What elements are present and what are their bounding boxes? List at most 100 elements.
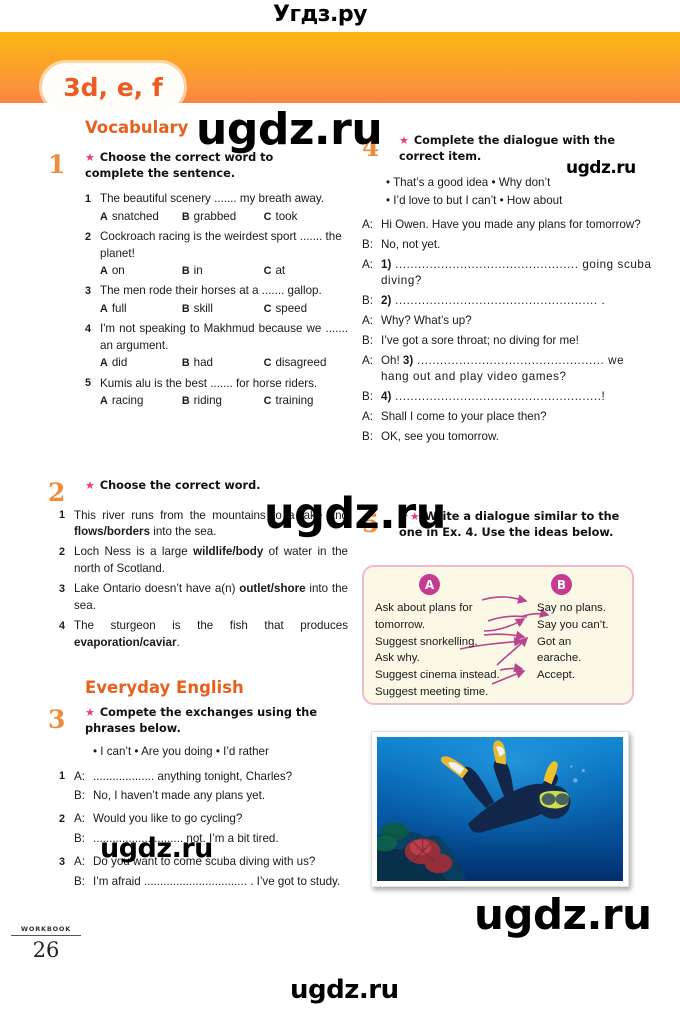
dialogue-line[interactable]: I’m afraid .............................…	[93, 874, 348, 890]
item-number: 2	[59, 812, 66, 825]
exercise-2-number: 2	[48, 478, 66, 507]
dialogue-row: A: 1) ..................................…	[362, 257, 652, 291]
speaker-label: B:	[362, 237, 373, 251]
watermark-4: ugdz.ru	[100, 833, 213, 864]
option-a[interactable]: Aon	[100, 263, 182, 279]
dialogue-row: A: Hi Owen. Have you made any plans for …	[362, 217, 652, 234]
exercise-4-phrase-bank: • That’s a good idea • Why don’t • I’d l…	[386, 174, 652, 209]
list-item: 2 Cockroach racing is the weirdest sport…	[85, 229, 348, 279]
scuba-photo-frame	[371, 731, 629, 887]
speaker-label: A:	[74, 855, 85, 869]
option-c[interactable]: Cspeed	[264, 301, 346, 317]
dialogue-line[interactable]: ................... anything tonight, Ch…	[93, 769, 348, 785]
exercise-1-number: 1	[48, 150, 66, 179]
exercise-4: 4 ★ Complete the dialogue with the corre…	[362, 133, 652, 449]
dialogue-line[interactable]: Oh! 3) .................................…	[381, 353, 652, 387]
option-c[interactable]: Cat	[264, 263, 346, 279]
blank-dots[interactable]: ........................................…	[381, 258, 652, 288]
option-a[interactable]: Asnatched	[100, 209, 182, 225]
option-b[interactable]: Bskill	[182, 301, 264, 317]
item-number: 5	[85, 377, 92, 390]
page-footer: WORKBOOK 26	[11, 925, 81, 962]
difficulty-star-icon: ★	[85, 151, 96, 164]
idea-a-line: Suggest meeting time.	[375, 685, 489, 698]
item-sentence[interactable]: Loch Ness is a large wildlife/body of wa…	[74, 544, 348, 577]
idea-a-line: Ask why.	[375, 652, 420, 665]
item-number: 1	[59, 770, 66, 783]
option-c[interactable]: Ctook	[264, 209, 346, 225]
item-number: 3	[85, 284, 92, 297]
dialogue-line[interactable]: 4) .....................................…	[381, 389, 652, 406]
speaker-label: B:	[362, 294, 373, 308]
dialogue-line: No, I haven’t made any plans yet.	[93, 789, 266, 802]
difficulty-star-icon: ★	[85, 706, 96, 719]
exercise-3-rubric-text: Compete the exchanges using the phrases …	[85, 706, 317, 735]
item-sentence[interactable]: Lake Ontario doesn’t have a(n) outlet/sh…	[74, 581, 348, 614]
watermark-5: ugdz.ru	[474, 890, 652, 939]
item-sentence: Cockroach racing is the weirdest sport .…	[100, 230, 342, 260]
list-item: 1 A: ................... anything tonight…	[59, 769, 348, 808]
choice-pair[interactable]: flows/borders	[74, 525, 150, 538]
item-number: 1	[85, 192, 92, 205]
speaker-label: A:	[362, 409, 373, 423]
item-sentence: I'm not speaking to Makhmud because we .…	[100, 322, 348, 352]
list-item: 5 Kumis alu is the best ....... for hors…	[85, 376, 348, 410]
speaker-label: B:	[362, 333, 373, 347]
dialogue-row: B: I’ve got a sore throat; no diving for…	[362, 333, 652, 350]
exercise-3-exchanges: 1 A: ................... anything tonight…	[59, 769, 348, 894]
dialogue-row: B: 2) ..................................…	[362, 293, 652, 310]
item-sentence[interactable]: The sturgeon is the fish that produces e…	[74, 618, 348, 651]
speaker-label: A:	[74, 769, 85, 783]
dialogue-line[interactable]: 1) .....................................…	[381, 257, 652, 291]
dialogue-row: B: No, not yet.	[362, 237, 652, 254]
choice-pair[interactable]: evaporation/caviar	[74, 636, 176, 649]
option-a[interactable]: Aracing	[100, 393, 182, 409]
blank-number: 1)	[381, 257, 392, 271]
option-c[interactable]: Cdisagreed	[264, 355, 346, 371]
list-item: 4 I'm not speaking to Makhmud because we…	[85, 321, 348, 371]
idea-a-line: Suggest snorkelling.	[375, 635, 478, 648]
exercise-3-rubric: ★ Compete the exchanges using the phrase…	[85, 705, 335, 736]
item-sentence: The men rode their horses at a ....... g…	[100, 284, 322, 298]
option-a[interactable]: Adid	[100, 355, 182, 371]
option-b[interactable]: Bgrabbed	[182, 209, 264, 225]
dialogue-line: Hi Owen. Have you made any plans for tom…	[381, 217, 641, 231]
footer-label: WORKBOOK	[11, 925, 81, 936]
idea-column-b: Say no plans. Say you can’t. Got an eara…	[537, 600, 632, 684]
option-b[interactable]: Bin	[182, 263, 264, 279]
exercise-5-idea-box: A B Ask about plans for tomorrow. Sugges…	[362, 565, 634, 705]
column-b-badge: B	[551, 574, 572, 595]
option-b[interactable]: Briding	[182, 393, 264, 409]
idea-b-line: Got an	[537, 635, 572, 648]
list-item: 2 Loch Ness is a large wildlife/body of …	[59, 544, 348, 577]
difficulty-star-icon: ★	[85, 479, 96, 492]
exercise-1-items: 1 The beautiful scenery ....... my breat…	[85, 191, 348, 409]
choice-pair[interactable]: wildlife/body	[193, 545, 263, 558]
dialogue-line: I’ve got a sore throat; no diving for me…	[381, 333, 579, 347]
blank-dots[interactable]: ........................................…	[391, 294, 605, 307]
dialogue-row: A: Why? What’s up?	[362, 313, 652, 330]
choice-pair[interactable]: outlet/shore	[239, 582, 305, 595]
photo-illustration	[377, 737, 623, 881]
speaker-label: B:	[74, 831, 85, 845]
blank-dots[interactable]: ........................................…	[381, 354, 624, 384]
exercise-4-dialogue: A: Hi Owen. Have you made any plans for …	[362, 217, 652, 446]
option-c[interactable]: Ctraining	[264, 393, 346, 409]
option-b[interactable]: Bhad	[182, 355, 264, 371]
dialogue-line: Shall I come to your place then?	[381, 409, 547, 423]
exercise-1-rubric-text: Choose the correct word to complete the …	[85, 151, 274, 180]
option-a[interactable]: Afull	[100, 301, 182, 317]
page-number: 26	[32, 938, 60, 962]
item-number: 4	[59, 619, 66, 632]
dialogue-line[interactable]: 2) .....................................…	[381, 293, 652, 310]
watermark-3: ugdz.ru	[264, 489, 446, 539]
unit-label-text: 3d, e, f	[63, 72, 163, 102]
dialogue-line: OK, see you tomorrow.	[381, 429, 499, 443]
section-heading-everyday-english: Everyday English	[85, 678, 244, 697]
speaker-label: B:	[362, 390, 373, 404]
dialogue-line: Would you like to go cycling?	[93, 812, 243, 826]
item-sentence: The beautiful scenery ....... my breath …	[100, 192, 325, 206]
blank-dots[interactable]: ........................................…	[391, 390, 605, 403]
blank-number: 4)	[381, 390, 392, 404]
item-number: 1	[59, 509, 66, 522]
